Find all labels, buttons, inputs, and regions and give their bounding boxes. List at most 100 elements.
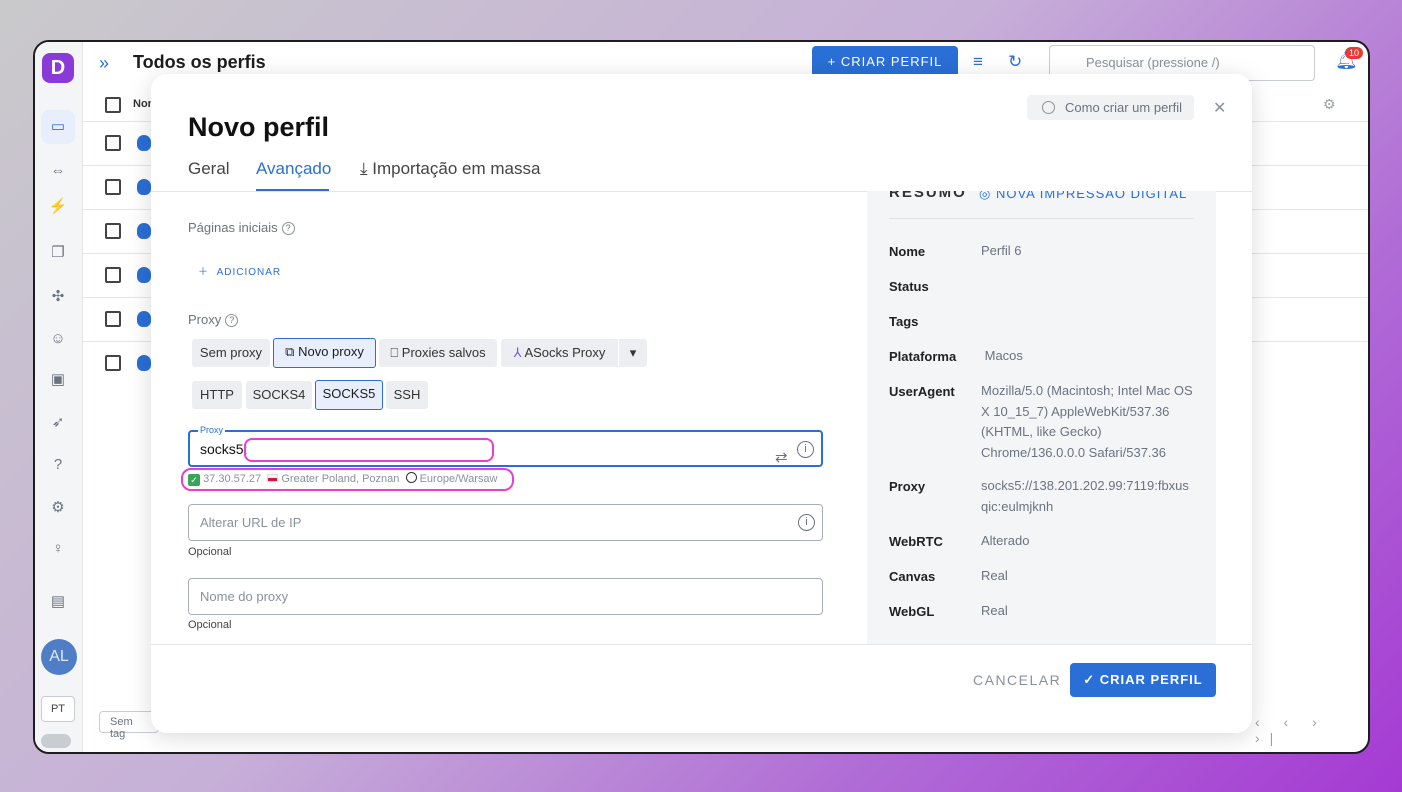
new-fingerprint-button[interactable]: ◎ NOVA IMPRESSÃO DIGITAL: [979, 191, 1187, 202]
lifebuoy-icon: [1042, 101, 1055, 114]
extensions-icon[interactable]: ✣: [48, 287, 68, 307]
add-label: ADICIONAR: [216, 267, 282, 278]
info-icon[interactable]: i: [797, 441, 814, 458]
theme-toggle[interactable]: [41, 734, 71, 748]
apple-icon: [137, 135, 151, 151]
help-icon[interactable]: ?: [48, 455, 68, 475]
filter-icon[interactable]: ≡: [973, 52, 983, 72]
proxy-name-placeholder: Nome do proxy: [200, 589, 289, 604]
summary-value: Macos: [981, 346, 1196, 367]
close-icon[interactable]: ✕: [1213, 98, 1226, 118]
start-pages-text: Páginas iniciais: [188, 220, 278, 235]
how-to-button[interactable]: Como criar um perfil: [1027, 95, 1194, 120]
change-ip-url-placeholder: Alterar URL de IP: [200, 515, 302, 530]
select-all-checkbox[interactable]: [105, 97, 121, 113]
summary-value: Real: [981, 568, 1008, 583]
bookmark-icon: ⎕: [390, 345, 402, 360]
summary-value: Mozilla/5.0 (Macintosh; Intel Mac OS X 1…: [981, 383, 1193, 460]
type-http[interactable]: HTTP: [192, 381, 242, 409]
start-pages-label: Páginas iniciais?: [188, 220, 295, 235]
settings-icon[interactable]: ⚙: [48, 498, 68, 518]
row-checkbox[interactable]: [105, 223, 121, 239]
link-icon[interactable]: ⇔: [48, 161, 68, 181]
add-start-page-button[interactable]: ＋ ADICIONAR: [198, 263, 281, 278]
summary-key: Proxy: [889, 479, 926, 494]
optional-hint: Opcional: [188, 619, 232, 631]
row-checkbox[interactable]: [105, 267, 121, 283]
row-checkbox[interactable]: [105, 355, 121, 371]
type-ssh[interactable]: SSH: [386, 381, 428, 409]
summary-value: Alterado: [981, 533, 1030, 548]
tab-bulk-import-label: Importação em massa: [372, 159, 541, 178]
type-socks4[interactable]: SOCKS4: [246, 381, 312, 409]
rocket-icon[interactable]: ➶: [48, 413, 68, 433]
new-profile-modal: Novo perfil Como criar um perfil ✕ Geral…: [151, 74, 1252, 733]
create-profile-submit-button[interactable]: ✓ CRIAR PERFIL: [1070, 663, 1216, 697]
asocks-label: ASocks Proxy: [524, 345, 606, 360]
app-logo[interactable]: D: [42, 53, 74, 83]
apple-icon: [137, 311, 151, 327]
wallet-icon[interactable]: ▤: [48, 592, 68, 612]
new-fingerprint-label: NOVA IMPRESSÃO DIGITAL: [995, 191, 1188, 201]
cancel-button[interactable]: CANCELAR: [973, 672, 1061, 688]
new-proxy-button[interactable]: ⧉ Novo proxy: [273, 338, 376, 368]
change-ip-url-input[interactable]: Alterar URL de IP i: [188, 504, 823, 541]
summary-value: Perfil 6: [981, 243, 1022, 258]
tab-bulk-import[interactable]: ⤓ Importação em massa: [360, 159, 540, 179]
row-checkbox[interactable]: [105, 311, 121, 327]
asocks-dropdown-button[interactable]: ▾: [619, 339, 647, 367]
asocks-icon: ⅄: [513, 345, 525, 360]
bulb-icon[interactable]: ♀: [48, 539, 68, 559]
asocks-proxy-button[interactable]: ⅄ ASocks Proxy: [501, 339, 618, 367]
notification-badge: 10: [1345, 47, 1364, 59]
optional-hint: Opcional: [188, 546, 232, 558]
summary-value: Real: [981, 603, 1008, 618]
profiles-icon[interactable]: ▭: [41, 110, 75, 144]
api-icon[interactable]: ▣: [48, 370, 68, 390]
summary-key: Tags: [889, 314, 919, 329]
saved-proxies-button[interactable]: ⎕ Proxies salvos: [379, 339, 497, 367]
summary-panel: RESUMO ◎ NOVA IMPRESSÃO DIGITAL Nome Per…: [867, 191, 1216, 644]
avatar[interactable]: AL: [41, 639, 77, 675]
summary-key: UserAgent: [889, 384, 955, 399]
automation-icon[interactable]: ⚡: [48, 197, 68, 217]
info-icon[interactable]: i: [798, 514, 815, 531]
question-icon[interactable]: ?: [281, 222, 295, 235]
copy-icon[interactable]: ❐: [48, 243, 68, 263]
type-socks5[interactable]: SOCKS5: [315, 380, 383, 410]
swap-icon[interactable]: ⇄: [775, 441, 788, 474]
proxy-name-input[interactable]: Nome do proxy: [188, 578, 823, 615]
apple-icon: [137, 355, 151, 371]
refresh-icon[interactable]: ↻: [1008, 52, 1022, 72]
summary-value: socks5://138.201.202.99:7119:fbxusqic:eu…: [981, 478, 1189, 514]
pagination[interactable]: ‹ ‹ › ›|: [1255, 714, 1368, 746]
saved-proxies-label: Proxies salvos: [401, 345, 486, 360]
how-to-label: Como criar um perfil: [1065, 100, 1183, 115]
summary-divider: [889, 218, 1194, 219]
row-checkbox[interactable]: [105, 135, 121, 151]
apple-icon: [137, 179, 151, 195]
new-proxy-icon: ⧉: [285, 344, 299, 359]
sidebar: D ▭ ⇔ ⚡ ❐ ✣ ☺ ▣ ➶ ? ⚙ ♀ ▤ AL PT: [35, 42, 83, 752]
footer-divider: [151, 644, 1252, 645]
expand-sidebar-icon[interactable]: »: [99, 53, 109, 74]
question-icon[interactable]: ?: [225, 314, 239, 327]
summary-key: WebGL: [889, 604, 935, 619]
apple-icon: [137, 267, 151, 283]
team-icon[interactable]: ☺: [48, 329, 68, 349]
platform-value: Macos: [984, 348, 1023, 363]
tab-general[interactable]: Geral: [188, 159, 230, 179]
language-switch[interactable]: PT: [41, 696, 75, 722]
tags-filter[interactable]: Sem tag: [99, 711, 159, 740]
summary-key: WebRTC: [889, 534, 943, 549]
proxy-check-highlight: [181, 468, 514, 491]
modal-title: Novo perfil: [188, 112, 330, 142]
tab-advanced[interactable]: Avançado: [256, 159, 331, 179]
proxy-input-legend: Proxy: [198, 425, 226, 435]
table-settings-icon[interactable]: ⚙: [1323, 96, 1336, 113]
no-proxy-button[interactable]: Sem proxy: [192, 339, 270, 367]
row-checkbox[interactable]: [105, 179, 121, 195]
download-icon: ⤓: [360, 159, 373, 178]
proxy-label-text: Proxy: [188, 312, 222, 327]
caret-down-icon: ▾: [629, 345, 637, 360]
